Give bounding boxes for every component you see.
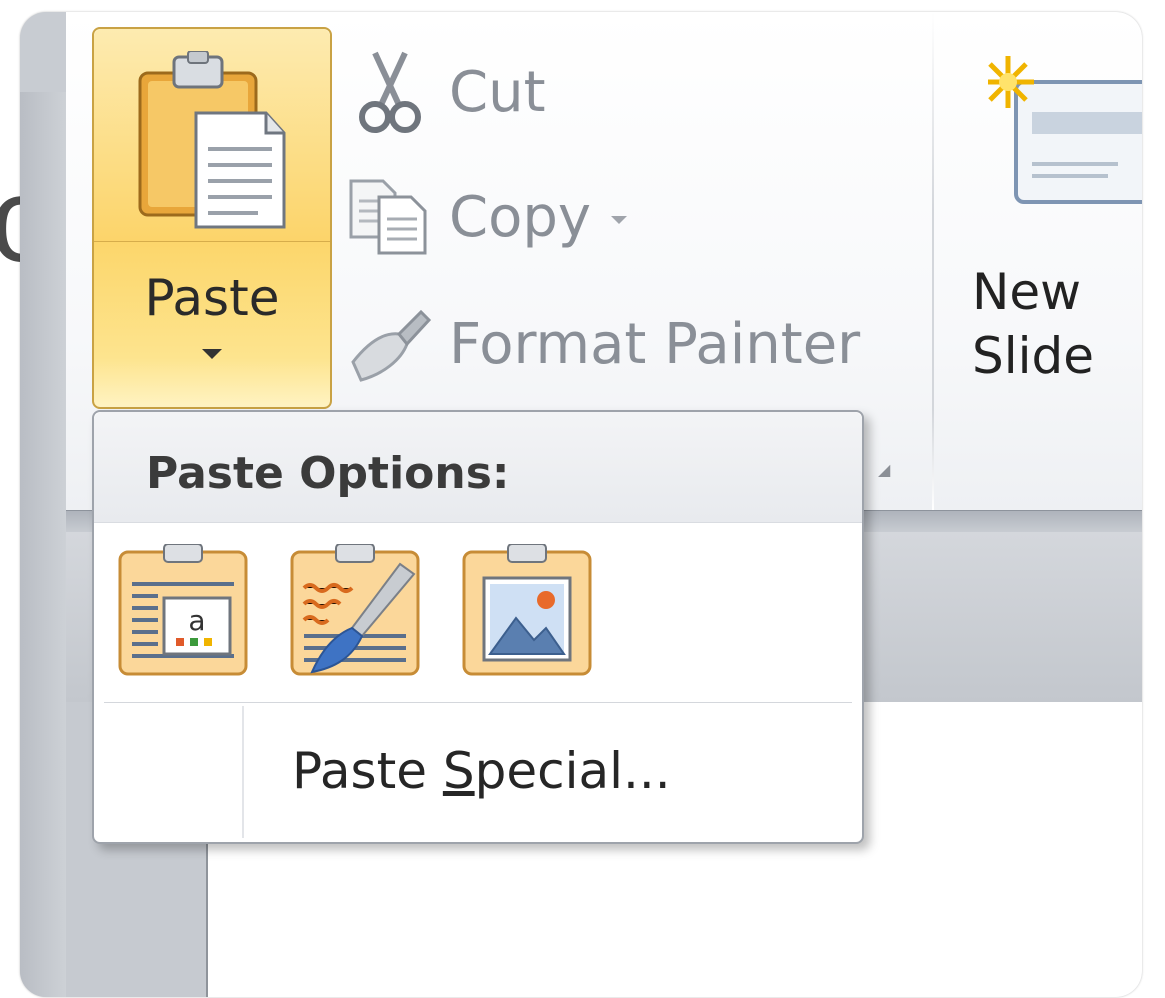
paste-options-menu: Paste Options: a Paste Special... [92, 410, 864, 844]
paste-use-destination-theme-icon [290, 543, 420, 676]
paste-keep-text-icon: a [118, 543, 248, 676]
paste-special-menu-item[interactable]: Paste Special... [244, 706, 860, 838]
paste-dropdown-arrow-icon [202, 349, 222, 359]
paste-as-picture-icon [462, 543, 592, 676]
paste-option-destination-theme[interactable] [290, 543, 420, 676]
paste-button-top[interactable] [94, 29, 330, 242]
menu-separator [104, 702, 852, 703]
copy-label: Copy [449, 185, 628, 250]
cut-button[interactable]: Cut [345, 42, 905, 142]
paste-options-title: Paste Options: [146, 448, 510, 499]
paste-special-mnemonic: S [442, 742, 475, 800]
clipboard-paste-icon [138, 51, 286, 229]
paste-label: Paste [144, 269, 280, 327]
copy-icon [345, 172, 435, 262]
copy-button[interactable]: Copy [345, 167, 905, 267]
copy-dropdown-arrow-icon[interactable] [611, 216, 628, 225]
format-painter-label: Format Painter [449, 311, 861, 377]
paste-option-keep-text[interactable]: a [118, 543, 248, 676]
format-painter-brush-icon [345, 299, 435, 389]
window-left-edge [20, 92, 66, 997]
paste-options-header: Paste Options: [94, 412, 862, 523]
paste-button[interactable]: Paste [92, 27, 332, 409]
clipboard-dialog-launcher-icon[interactable]: ◢ [878, 460, 890, 479]
new-slide-label[interactable]: New Slide [972, 260, 1142, 388]
svg-text:a: a [188, 604, 205, 637]
powerpoint-window: ◢ Paste Cut Copy Format Painter New Slid… [20, 12, 1142, 997]
scissors-icon [345, 47, 435, 137]
paste-special-label: Paste Special... [292, 742, 671, 800]
paste-option-picture[interactable] [462, 543, 592, 676]
format-painter-button[interactable]: Format Painter [345, 294, 905, 394]
cut-label: Cut [449, 59, 546, 125]
new-slide-icon[interactable] [988, 52, 1142, 222]
group-separator [932, 12, 934, 510]
